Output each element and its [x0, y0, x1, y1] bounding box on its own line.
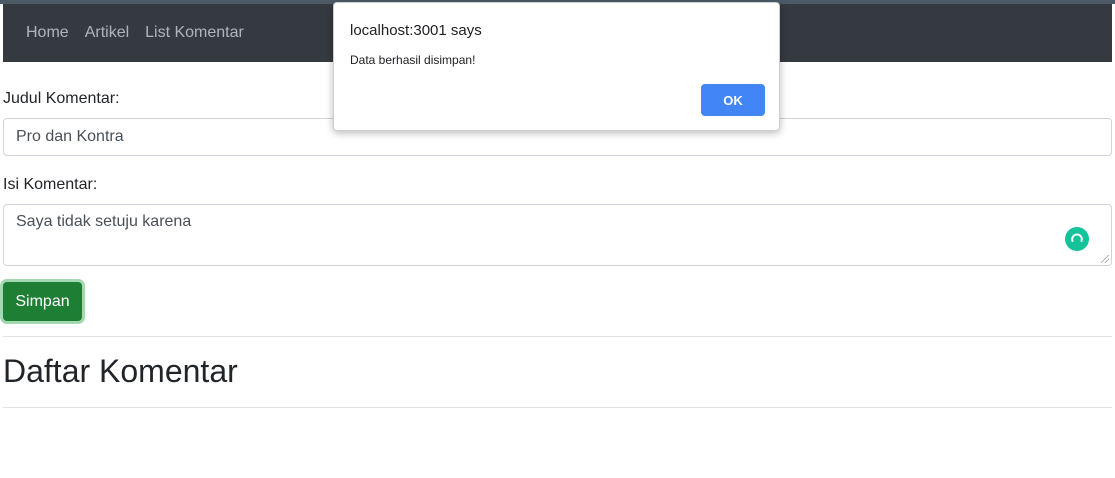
divider-bottom	[3, 407, 1112, 408]
nav-link-home[interactable]: Home	[26, 24, 69, 42]
content-textarea[interactable]: Saya tidak setuju karena	[3, 204, 1112, 266]
nav-link-list-komentar[interactable]: List Komentar	[145, 24, 244, 42]
alert-dialog: localhost:3001 says Data berhasil disimp…	[333, 2, 780, 131]
content-textarea-value: Saya tidak setuju karena	[16, 213, 192, 230]
dialog-ok-button[interactable]: OK	[701, 84, 765, 116]
nav-links: Home Artikel List Komentar	[26, 24, 244, 42]
divider-top	[3, 336, 1112, 337]
title-label: Judul Komentar:	[3, 90, 120, 107]
nav-link-artikel[interactable]: Artikel	[85, 24, 129, 42]
dialog-title: localhost:3001 says	[350, 22, 482, 39]
content-label: Isi Komentar:	[3, 176, 98, 193]
dialog-message: Data berhasil disimpan!	[350, 53, 476, 67]
grammar-assistant-icon[interactable]	[1065, 227, 1089, 251]
title-input-value: Pro dan Kontra	[16, 128, 124, 145]
save-button[interactable]: Simpan	[3, 282, 82, 321]
comment-list-heading: Daftar Komentar	[3, 353, 238, 389]
resize-grip-icon[interactable]	[1101, 255, 1109, 263]
